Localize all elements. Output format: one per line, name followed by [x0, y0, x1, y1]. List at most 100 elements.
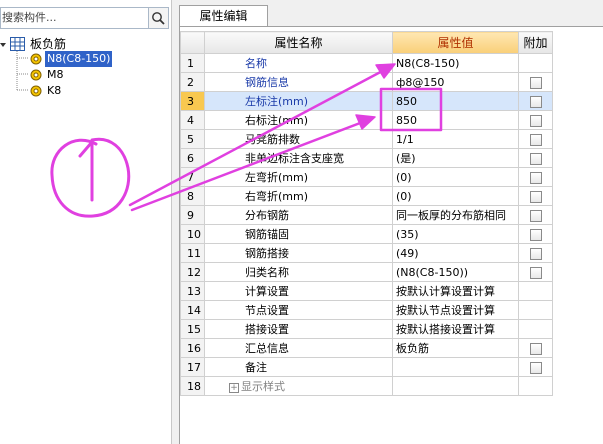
table-row[interactable]: 14 节点设置 按默认节点设置计算 — [180, 300, 553, 320]
extra-checkbox[interactable] — [529, 228, 542, 241]
row-number: 7 — [180, 167, 205, 187]
property-value[interactable]: 板负筋 — [392, 338, 519, 358]
property-name: 搭接设置 — [204, 319, 393, 339]
table-row[interactable]: 6 非单边标注含支座宽 (是) — [180, 148, 553, 168]
row-number: 15 — [180, 319, 205, 339]
extra-cell — [518, 281, 553, 301]
property-name: 计算设置 — [204, 281, 393, 301]
extra-cell[interactable] — [518, 262, 553, 282]
property-value[interactable]: (0) — [392, 186, 519, 206]
property-value[interactable]: 按默认节点设置计算 — [392, 300, 519, 320]
tree-item-n8[interactable]: N8(C8-150) — [29, 51, 115, 67]
property-value[interactable]: N8(C8-150) — [392, 53, 519, 73]
property-value[interactable]: (0) — [392, 167, 519, 187]
property-name: 右标注(mm) — [204, 110, 393, 130]
extra-cell[interactable] — [518, 91, 553, 111]
row-number: 12 — [180, 262, 205, 282]
table-row[interactable]: 12 归类名称 (N8(C8-150)) — [180, 262, 553, 282]
table-row[interactable]: 5 马凳筋排数 1/1 — [180, 129, 553, 149]
table-row[interactable]: 17 备注 — [180, 357, 553, 377]
table-row[interactable]: 8 右弯折(mm) (0) — [180, 186, 553, 206]
header-extra[interactable]: 附加 — [518, 31, 553, 54]
row-number: 14 — [180, 300, 205, 320]
tree-root-label: 板负筋 — [30, 37, 67, 51]
table-row[interactable]: 13 计算设置 按默认计算设置计算 — [180, 281, 553, 301]
table-row[interactable]: 18 + 显示样式 — [180, 376, 553, 396]
extra-cell[interactable] — [518, 243, 553, 263]
row-number: 3 — [180, 91, 205, 111]
property-value[interactable]: 850 — [392, 91, 519, 111]
property-value[interactable]: ф8@150 — [392, 72, 519, 92]
property-value[interactable]: 按默认搭接设置计算 — [392, 319, 519, 339]
gear-icon — [29, 84, 43, 103]
property-value[interactable]: 1/1 — [392, 129, 519, 149]
collapse-icon[interactable] — [0, 39, 6, 49]
search-button[interactable] — [148, 7, 169, 29]
property-name: 汇总信息 — [204, 338, 393, 358]
extra-checkbox[interactable] — [529, 95, 542, 108]
row-number: 4 — [180, 110, 205, 130]
table-row[interactable]: 10 钢筋锚固 (35) — [180, 224, 553, 244]
table-row[interactable]: 16 汇总信息 板负筋 — [180, 338, 553, 358]
extra-checkbox[interactable] — [529, 114, 542, 127]
header-num — [180, 31, 205, 54]
component-tree-panel: 搜索构件... 板负筋 N8(C8-150) M8 K8 — [0, 0, 172, 444]
extra-checkbox[interactable] — [529, 171, 542, 184]
extra-checkbox[interactable] — [529, 266, 542, 279]
extra-cell[interactable] — [518, 205, 553, 225]
extra-checkbox[interactable] — [529, 152, 542, 165]
extra-cell[interactable] — [518, 129, 553, 149]
property-name: 左弯折(mm) — [204, 167, 393, 187]
extra-cell[interactable] — [518, 224, 553, 244]
extra-cell[interactable] — [518, 72, 553, 92]
extra-checkbox[interactable] — [529, 190, 542, 203]
property-value[interactable]: 同一板厚的分布筋相同 — [392, 205, 519, 225]
row-number: 2 — [180, 72, 205, 92]
property-name: 钢筋信息 — [204, 72, 393, 92]
header-value[interactable]: 属性值 — [392, 31, 519, 54]
table-row[interactable]: 4 右标注(mm) 850 — [180, 110, 553, 130]
extra-cell[interactable] — [518, 357, 553, 377]
property-value[interactable]: (是) — [392, 148, 519, 168]
table-row[interactable]: 7 左弯折(mm) (0) — [180, 167, 553, 187]
property-value[interactable]: (49) — [392, 243, 519, 263]
extra-checkbox[interactable] — [529, 361, 542, 374]
row-number: 13 — [180, 281, 205, 301]
property-value[interactable]: 按默认计算设置计算 — [392, 281, 519, 301]
extra-cell[interactable] — [518, 110, 553, 130]
property-name: 名称 — [204, 53, 393, 73]
extra-cell — [518, 319, 553, 339]
extra-cell — [518, 53, 553, 73]
table-row[interactable]: 9 分布钢筋 同一板厚的分布筋相同 — [180, 205, 553, 225]
table-row[interactable]: 11 钢筋搭接 (49) — [180, 243, 553, 263]
table-row[interactable]: 15 搭接设置 按默认搭接设置计算 — [180, 319, 553, 339]
table-row[interactable]: 3 左标注(mm) 850 — [180, 91, 553, 111]
property-value[interactable] — [392, 376, 519, 396]
extra-checkbox[interactable] — [529, 247, 542, 260]
extra-cell[interactable] — [518, 338, 553, 358]
tab-property-edit[interactable]: 属性编辑 — [179, 5, 268, 26]
extra-checkbox[interactable] — [529, 133, 542, 146]
grid-table-icon — [10, 37, 25, 56]
property-value[interactable] — [392, 357, 519, 377]
extra-cell[interactable] — [518, 148, 553, 168]
extra-checkbox[interactable] — [529, 76, 542, 89]
property-value[interactable]: (N8(C8-150)) — [392, 262, 519, 282]
property-name: 节点设置 — [204, 300, 393, 320]
header-name[interactable]: 属性名称 — [204, 31, 393, 54]
extra-checkbox[interactable] — [529, 342, 542, 355]
property-value[interactable]: 850 — [392, 110, 519, 130]
table-row[interactable]: 1 名称 N8(C8-150) — [180, 53, 553, 73]
row-number: 18 — [180, 376, 205, 396]
property-table: 属性名称 属性值 附加 1 名称 N8(C8-150) 2 钢筋信息 ф8@150 3 左标注… — [180, 31, 553, 396]
property-name: 钢筋搭接 — [204, 243, 393, 263]
extra-cell[interactable] — [518, 186, 553, 206]
property-name: 分布钢筋 — [204, 205, 393, 225]
extra-checkbox[interactable] — [529, 209, 542, 222]
property-value[interactable]: (35) — [392, 224, 519, 244]
expand-icon[interactable]: + — [229, 383, 239, 393]
property-name: 马凳筋排数 — [204, 129, 393, 149]
tree-item-label: M8 — [47, 68, 64, 81]
extra-cell[interactable] — [518, 167, 553, 187]
table-row[interactable]: 2 钢筋信息 ф8@150 — [180, 72, 553, 92]
